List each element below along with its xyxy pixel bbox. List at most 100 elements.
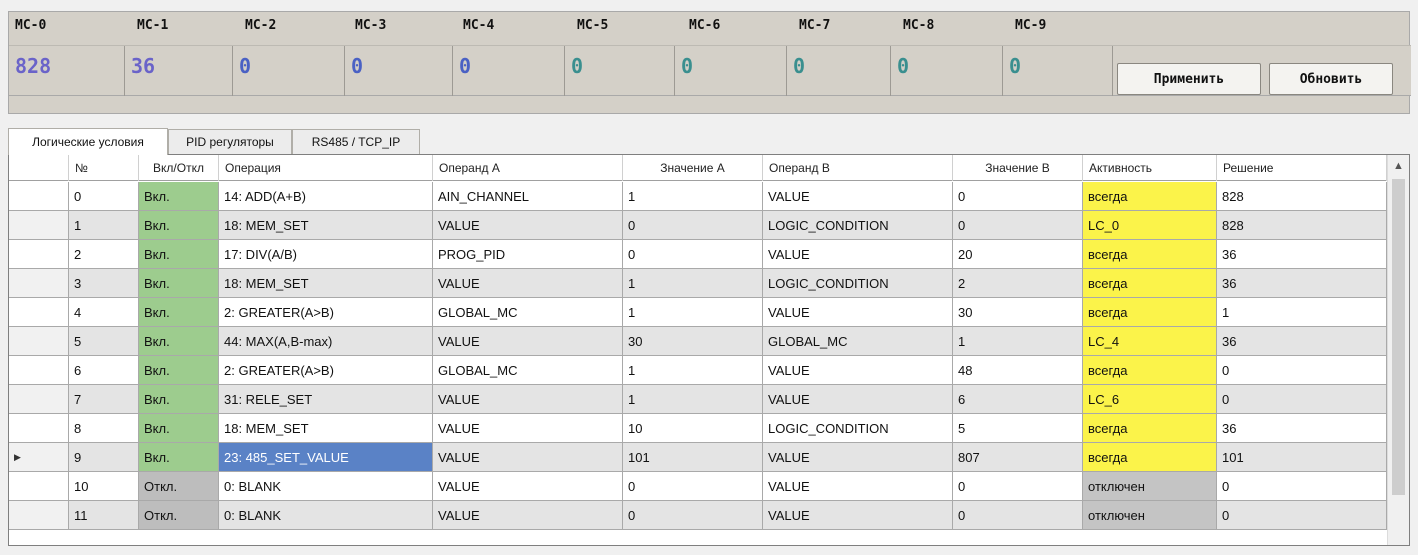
column-header-act[interactable]: Активность xyxy=(1083,155,1217,181)
cell-res[interactable]: 828 xyxy=(1217,211,1387,240)
cell-opA[interactable]: PROG_PID xyxy=(433,240,623,269)
cell-valB[interactable]: 1 xyxy=(953,327,1083,356)
table-row[interactable]: 1 Вкл. 18: MEM_SET VALUE 0 LOGIC_CONDITION 0 LC… xyxy=(9,211,1387,240)
cell-n[interactable]: 2 xyxy=(69,240,139,269)
cell-op[interactable]: 0: BLANK xyxy=(219,501,433,530)
cell-opA[interactable]: VALUE xyxy=(433,385,623,414)
cell-state[interactable]: Вкл. xyxy=(139,327,219,356)
column-header-op[interactable]: Операция xyxy=(219,155,433,181)
refresh-button[interactable]: Обновить xyxy=(1269,63,1393,95)
cell-res[interactable]: 36 xyxy=(1217,240,1387,269)
cell-op[interactable]: 23: 485_SET_VALUE xyxy=(219,443,433,472)
cell-state[interactable]: Вкл. xyxy=(139,443,219,472)
cell-act[interactable]: всегда xyxy=(1083,269,1217,298)
row-selector[interactable] xyxy=(9,356,69,385)
cell-opB[interactable]: LOGIC_CONDITION xyxy=(763,211,953,240)
cell-opA[interactable]: VALUE xyxy=(433,211,623,240)
row-selector[interactable] xyxy=(9,298,69,327)
tab-pid-regulators[interactable]: PID регуляторы xyxy=(168,129,292,154)
cell-act[interactable]: отключен xyxy=(1083,472,1217,501)
cell-valA[interactable]: 10 xyxy=(623,414,763,443)
cell-valB[interactable]: 807 xyxy=(953,443,1083,472)
column-header-res[interactable]: Решение xyxy=(1217,155,1387,181)
cell-state[interactable]: Откл. xyxy=(139,472,219,501)
cell-act[interactable]: отключен xyxy=(1083,501,1217,530)
cell-state[interactable]: Вкл. xyxy=(139,356,219,385)
table-row[interactable]: 6 Вкл. 2: GREATER(A>B) GLOBAL_MC 1 VALUE 48 все… xyxy=(9,356,1387,385)
cell-n[interactable]: 1 xyxy=(69,211,139,240)
cell-n[interactable]: 0 xyxy=(69,182,139,211)
cell-op[interactable]: 18: MEM_SET xyxy=(219,414,433,443)
scrollbar-thumb[interactable] xyxy=(1392,179,1405,495)
cell-act[interactable]: всегда xyxy=(1083,414,1217,443)
row-selector[interactable] xyxy=(9,385,69,414)
cell-valA[interactable]: 1 xyxy=(623,182,763,211)
cell-opB[interactable]: VALUE xyxy=(763,298,953,327)
cell-act[interactable]: всегда xyxy=(1083,443,1217,472)
cell-opA[interactable]: VALUE xyxy=(433,472,623,501)
cell-opA[interactable]: VALUE xyxy=(433,501,623,530)
row-selector[interactable]: ▶ xyxy=(9,443,69,472)
cell-state[interactable]: Вкл. xyxy=(139,211,219,240)
chevron-up-icon[interactable]: ▲ xyxy=(1388,155,1409,177)
cell-valB[interactable]: 0 xyxy=(953,182,1083,211)
cell-valB[interactable]: 30 xyxy=(953,298,1083,327)
cell-op[interactable]: 0: BLANK xyxy=(219,472,433,501)
cell-n[interactable]: 11 xyxy=(69,501,139,530)
cell-valA[interactable]: 0 xyxy=(623,240,763,269)
cell-op[interactable]: 2: GREATER(A>B) xyxy=(219,356,433,385)
cell-res[interactable]: 828 xyxy=(1217,182,1387,211)
cell-n[interactable]: 10 xyxy=(69,472,139,501)
cell-opB[interactable]: GLOBAL_MC xyxy=(763,327,953,356)
cell-opB[interactable]: VALUE xyxy=(763,472,953,501)
cell-state[interactable]: Вкл. xyxy=(139,385,219,414)
cell-opB[interactable]: VALUE xyxy=(763,443,953,472)
cell-n[interactable]: 7 xyxy=(69,385,139,414)
row-selector[interactable] xyxy=(9,501,69,530)
cell-n[interactable]: 6 xyxy=(69,356,139,385)
row-selector[interactable] xyxy=(9,327,69,356)
cell-opB[interactable]: VALUE xyxy=(763,240,953,269)
cell-valB[interactable]: 2 xyxy=(953,269,1083,298)
tab-rs485-tcp-ip[interactable]: RS485 / TCP_IP xyxy=(292,129,420,154)
cell-valA[interactable]: 1 xyxy=(623,385,763,414)
cell-res[interactable]: 0 xyxy=(1217,356,1387,385)
table-row[interactable]: 3 Вкл. 18: MEM_SET VALUE 1 LOGIC_CONDITION 2 вс… xyxy=(9,269,1387,298)
cell-act[interactable]: всегда xyxy=(1083,298,1217,327)
cell-n[interactable]: 4 xyxy=(69,298,139,327)
vertical-scrollbar[interactable]: ▲ xyxy=(1387,155,1409,545)
row-selector[interactable] xyxy=(9,182,69,211)
cell-valB[interactable]: 5 xyxy=(953,414,1083,443)
table-row[interactable]: 0 Вкл. 14: ADD(A+B) AIN_CHANNEL 1 VALUE 0 всегд… xyxy=(9,182,1387,211)
cell-res[interactable]: 36 xyxy=(1217,327,1387,356)
cell-op[interactable]: 31: RELE_SET xyxy=(219,385,433,414)
table-row[interactable]: 11 Откл. 0: BLANK VALUE 0 VALUE 0 отключен 0 xyxy=(9,501,1387,530)
cell-valB[interactable]: 6 xyxy=(953,385,1083,414)
cell-n[interactable]: 9 xyxy=(69,443,139,472)
row-selector[interactable] xyxy=(9,240,69,269)
cell-n[interactable]: 5 xyxy=(69,327,139,356)
column-header-n[interactable]: № xyxy=(69,155,139,181)
column-header-valB[interactable]: Значение В xyxy=(953,155,1083,181)
cell-op[interactable]: 18: MEM_SET xyxy=(219,269,433,298)
cell-n[interactable]: 3 xyxy=(69,269,139,298)
cell-valA[interactable]: 1 xyxy=(623,356,763,385)
cell-valA[interactable]: 30 xyxy=(623,327,763,356)
column-header-opB[interactable]: Операнд В xyxy=(763,155,953,181)
column-header-opA[interactable]: Операнд А xyxy=(433,155,623,181)
cell-res[interactable]: 1 xyxy=(1217,298,1387,327)
cell-op[interactable]: 18: MEM_SET xyxy=(219,211,433,240)
cell-op[interactable]: 17: DIV(A/B) xyxy=(219,240,433,269)
cell-opA[interactable]: VALUE xyxy=(433,269,623,298)
cell-valB[interactable]: 20 xyxy=(953,240,1083,269)
cell-act[interactable]: LC_4 xyxy=(1083,327,1217,356)
cell-valA[interactable]: 0 xyxy=(623,211,763,240)
row-selector[interactable] xyxy=(9,414,69,443)
cell-valA[interactable]: 1 xyxy=(623,269,763,298)
table-row[interactable]: 8 Вкл. 18: MEM_SET VALUE 10 LOGIC_CONDITION 5 в… xyxy=(9,414,1387,443)
table-row[interactable]: 7 Вкл. 31: RELE_SET VALUE 1 VALUE 6 LC_6 0 xyxy=(9,385,1387,414)
cell-opA[interactable]: GLOBAL_MC xyxy=(433,298,623,327)
row-selector[interactable] xyxy=(9,211,69,240)
cell-n[interactable]: 8 xyxy=(69,414,139,443)
cell-valA[interactable]: 0 xyxy=(623,472,763,501)
